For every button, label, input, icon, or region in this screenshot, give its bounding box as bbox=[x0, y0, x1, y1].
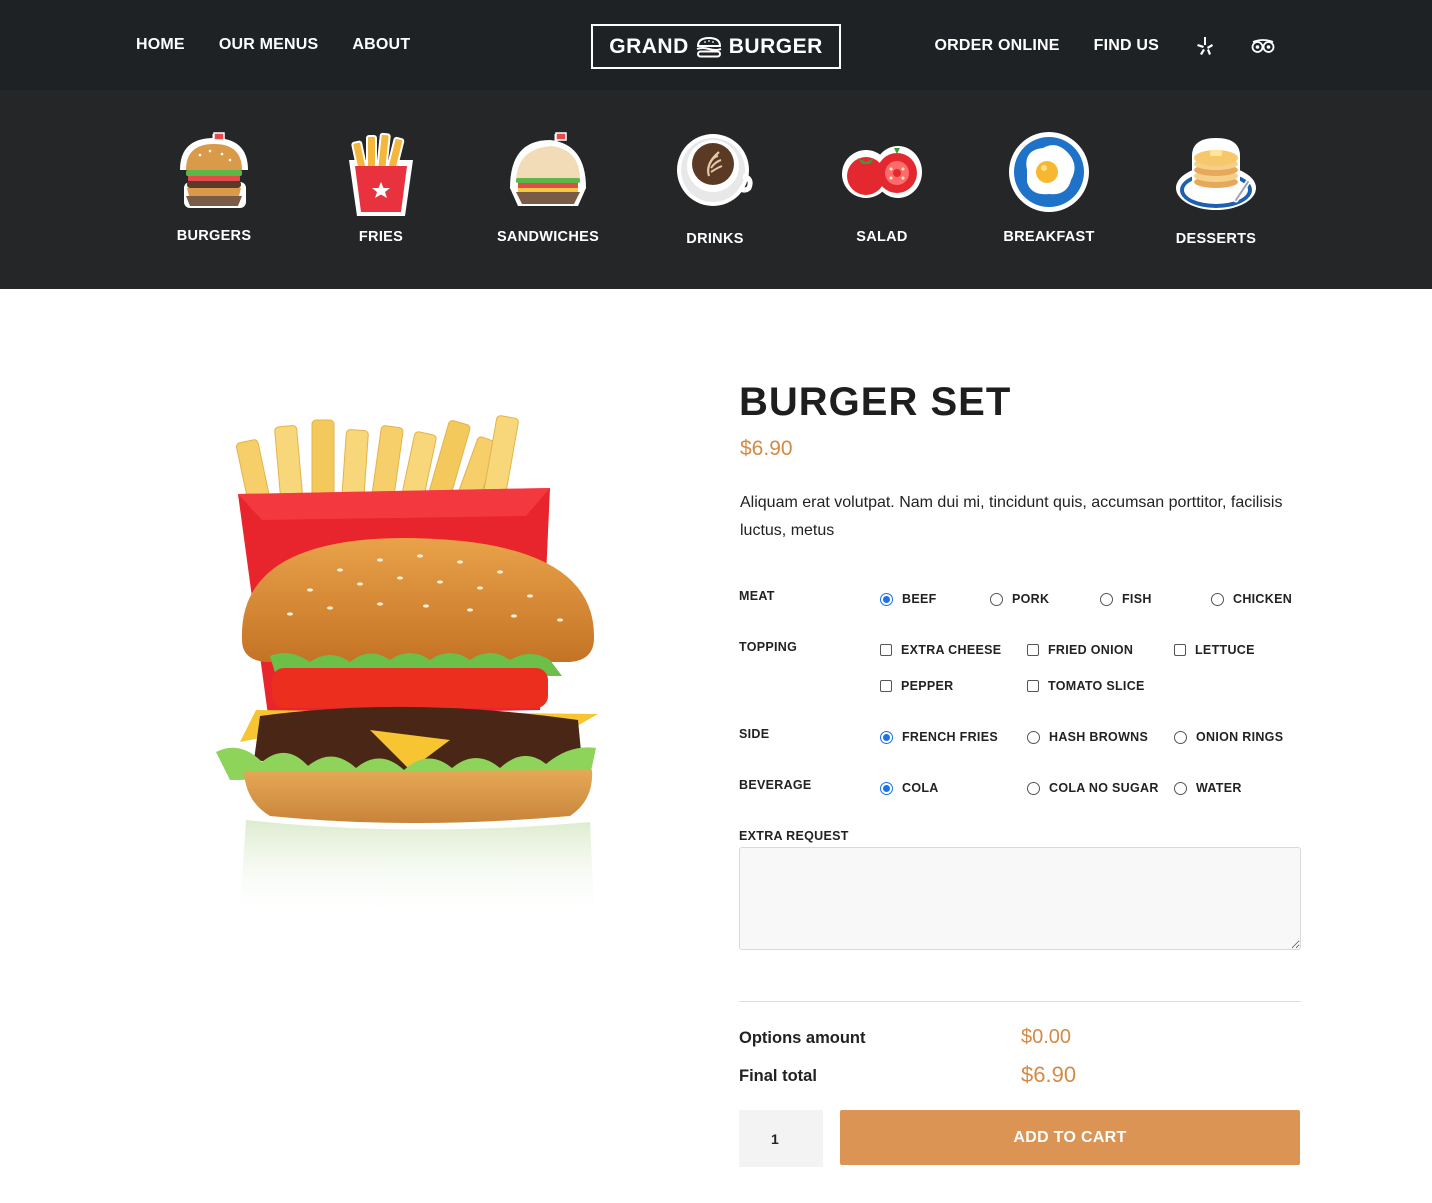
option-label: HASH BROWNS bbox=[1049, 730, 1149, 744]
final-total-value: $6.90 bbox=[1021, 1062, 1077, 1087]
option-label: LETTUCE bbox=[1195, 643, 1255, 657]
category-label: DRINKS bbox=[686, 231, 744, 247]
sandwich-icon bbox=[510, 132, 586, 206]
checkbox[interactable] bbox=[880, 644, 892, 656]
product-photo bbox=[216, 415, 598, 920]
category-label: SANDWICHES bbox=[496, 229, 600, 245]
side-option-french-fries[interactable]: FRENCH FRIES bbox=[880, 730, 998, 744]
category-salad[interactable]: SALAD bbox=[812, 90, 952, 289]
fries-icon bbox=[349, 132, 413, 216]
tripadvisor-icon[interactable] bbox=[1251, 35, 1275, 57]
menu-category-bar: BURGERS FRIES SANDWICHES DRINKS SALAD BR… bbox=[0, 90, 1432, 289]
beverage-option-label: BEVERAGE bbox=[739, 778, 812, 792]
radio-button[interactable] bbox=[1027, 730, 1040, 744]
radio-button[interactable] bbox=[880, 730, 893, 744]
category-burgers[interactable]: BURGERS bbox=[144, 90, 284, 289]
option-label: ONION RINGS bbox=[1196, 730, 1284, 744]
radio-button[interactable] bbox=[880, 781, 893, 795]
topping-option-lettuce[interactable]: LETTUCE bbox=[1174, 643, 1255, 657]
category-breakfast[interactable]: BREAKFAST bbox=[979, 90, 1119, 289]
meat-option-label: MEAT bbox=[739, 589, 775, 603]
product-price: $6.90 bbox=[740, 437, 793, 460]
options-amount-value: $0.00 bbox=[1021, 1026, 1072, 1048]
meat-option-pork[interactable]: PORK bbox=[990, 592, 1049, 606]
coffee-icon bbox=[677, 134, 753, 206]
radio-button[interactable] bbox=[1100, 592, 1113, 606]
top-navigation-bar: HOME OUR MENUS ABOUT GRAND BURGER ORDER … bbox=[0, 0, 1432, 90]
tomato-icon bbox=[842, 146, 922, 198]
category-drinks[interactable]: DRINKS bbox=[645, 90, 785, 289]
topping-option-tomato-slice[interactable]: TOMATO SLICE bbox=[1027, 679, 1145, 693]
beverage-option-cola[interactable]: COLA bbox=[880, 781, 939, 795]
pancakes-icon bbox=[1176, 138, 1256, 210]
nav-about-link[interactable]: ABOUT bbox=[352, 35, 410, 55]
meat-option-fish[interactable]: FISH bbox=[1100, 592, 1152, 606]
side-option-onion-rings[interactable]: ONION RINGS bbox=[1174, 730, 1283, 744]
nav-find-us-link[interactable]: FIND US bbox=[1094, 36, 1159, 56]
nav-home-link[interactable]: HOME bbox=[136, 35, 185, 55]
extra-request-textarea[interactable] bbox=[739, 847, 1301, 950]
side-option-label: SIDE bbox=[739, 727, 770, 741]
nav-order-online-link[interactable]: ORDER ONLINE bbox=[935, 36, 1060, 56]
radio-button[interactable] bbox=[1027, 781, 1040, 795]
meat-option-chicken[interactable]: CHICKEN bbox=[1211, 592, 1292, 606]
nav-our-menus-link[interactable]: OUR MENUS bbox=[219, 35, 319, 55]
option-label: WATER bbox=[1196, 781, 1242, 795]
beverage-option-water[interactable]: WATER bbox=[1174, 781, 1242, 795]
site-logo[interactable]: GRAND BURGER bbox=[591, 24, 841, 69]
options-amount-label: Options amount bbox=[739, 1029, 866, 1047]
side-option-hash-browns[interactable]: HASH BROWNS bbox=[1027, 730, 1148, 744]
burger-icon bbox=[696, 36, 722, 57]
product-title: BURGER SET bbox=[739, 380, 1012, 424]
option-label: PEPPER bbox=[901, 679, 954, 693]
product-description: Aliquam erat volutpat. Nam dui mi, tinci… bbox=[740, 494, 1283, 539]
quantity-input[interactable] bbox=[739, 1110, 823, 1167]
radio-button[interactable] bbox=[1211, 592, 1224, 606]
divider bbox=[739, 1001, 1301, 1002]
category-sandwiches[interactable]: SANDWICHES bbox=[478, 90, 618, 289]
burger-icon bbox=[180, 132, 248, 208]
topping-option-pepper[interactable]: PEPPER bbox=[880, 679, 954, 693]
category-label: BREAKFAST bbox=[1003, 229, 1095, 245]
category-label: BURGERS bbox=[176, 228, 252, 244]
final-total-label: Final total bbox=[739, 1067, 817, 1085]
radio-button[interactable] bbox=[1174, 781, 1187, 795]
radio-button[interactable] bbox=[1174, 730, 1187, 744]
checkbox[interactable] bbox=[1174, 644, 1186, 656]
secondary-nav: ORDER ONLINE FIND US bbox=[935, 35, 1275, 57]
logo-text-grand: GRAND bbox=[609, 34, 689, 58]
option-label: CHICKEN bbox=[1233, 592, 1293, 606]
option-label: FRENCH FRIES bbox=[902, 730, 998, 744]
option-label: FRIED ONION bbox=[1048, 643, 1134, 657]
option-label: BEEF bbox=[902, 592, 937, 606]
category-label: FRIES bbox=[358, 229, 404, 245]
topping-option-extra-cheese[interactable]: EXTRA CHEESE bbox=[880, 643, 1001, 657]
option-label: FISH bbox=[1122, 592, 1152, 606]
primary-nav: HOME OUR MENUS ABOUT bbox=[136, 35, 410, 55]
option-label: PORK bbox=[1012, 592, 1050, 606]
checkbox[interactable] bbox=[880, 680, 892, 692]
extra-request-label: EXTRA REQUEST bbox=[739, 829, 849, 843]
category-label: SALAD bbox=[856, 229, 908, 245]
category-desserts[interactable]: DESSERTS bbox=[1146, 90, 1286, 289]
option-label: COLA bbox=[902, 781, 939, 795]
option-label: EXTRA CHEESE bbox=[901, 643, 1002, 657]
topping-option-label: TOPPING bbox=[739, 640, 798, 654]
fried-egg-icon bbox=[1009, 132, 1089, 212]
checkbox[interactable] bbox=[1027, 644, 1039, 656]
category-fries[interactable]: FRIES bbox=[311, 90, 451, 289]
topping-option-fried-onion[interactable]: FRIED ONION bbox=[1027, 643, 1133, 657]
yelp-icon[interactable] bbox=[1193, 35, 1217, 57]
option-label: TOMATO SLICE bbox=[1048, 679, 1145, 693]
checkbox[interactable] bbox=[1027, 680, 1039, 692]
logo-text-burger: BURGER bbox=[728, 34, 823, 58]
radio-button[interactable] bbox=[880, 592, 893, 606]
add-to-cart-button[interactable]: ADD TO CART bbox=[840, 1110, 1300, 1165]
category-label: DESSERTS bbox=[1175, 231, 1257, 247]
meat-option-beef[interactable]: BEEF bbox=[880, 592, 937, 606]
beverage-option-cola-no-sugar[interactable]: COLA NO SUGAR bbox=[1027, 781, 1159, 795]
radio-button[interactable] bbox=[990, 592, 1003, 606]
option-label: COLA NO SUGAR bbox=[1049, 781, 1159, 795]
